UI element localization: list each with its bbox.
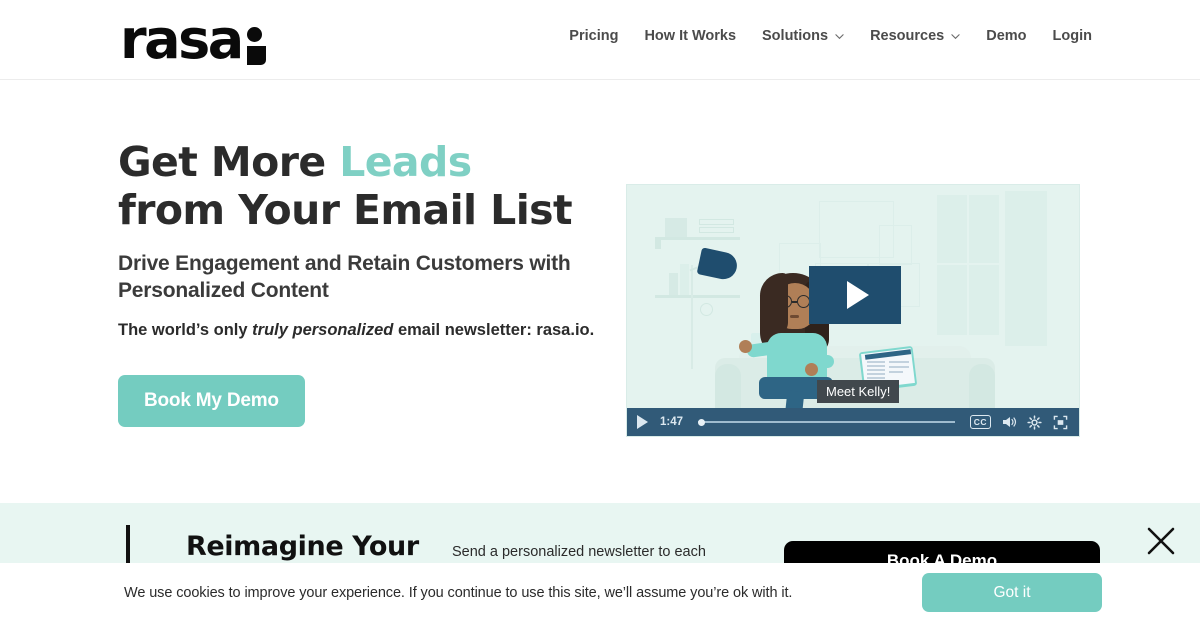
scrubber-handle[interactable] <box>698 418 706 426</box>
nav-item-login[interactable]: Login <box>1053 28 1092 44</box>
nav-label: Login <box>1052 28 1092 44</box>
fullscreen-icon[interactable] <box>1052 414 1069 431</box>
cc-icon[interactable]: CC <box>969 415 991 429</box>
nav-label: Resources <box>870 28 945 44</box>
logo-dot-square-icon <box>245 18 269 66</box>
hero-subheadline: Drive Engagement and Retain Customers wi… <box>118 252 571 302</box>
hero-lede: The world’s only truly personalized emai… <box>118 319 598 342</box>
hero-video-player[interactable]: Meet Kelly! 1:47 CC <box>626 184 1080 437</box>
nav-label: Solutions <box>762 28 829 44</box>
chevron-down-icon <box>835 32 844 41</box>
headline-accent: Leads <box>339 138 472 186</box>
nav-item-resources[interactable]: Resources <box>870 28 960 44</box>
video-caption: Meet Kelly! <box>817 380 900 403</box>
nav-item-how-it-works[interactable]: How It Works <box>644 28 736 44</box>
nav-label: Demo <box>986 28 1027 44</box>
hero-copy: Get More Leads from Your Email List Driv… <box>118 138 598 427</box>
video-time: 1:47 <box>660 416 684 428</box>
video-scrubber[interactable] <box>698 415 955 429</box>
lede-italic: truly personalized <box>252 321 394 339</box>
chevron-down-icon <box>951 32 960 41</box>
nav-label: How It Works <box>644 28 737 44</box>
book-my-demo-button[interactable]: Book My Demo <box>118 375 305 427</box>
logo[interactable]: rasa <box>120 8 269 71</box>
main-nav: Pricing How It Works Solutions Resources… <box>569 28 1092 44</box>
play-overlay-button[interactable] <box>809 266 901 324</box>
video-controls-bar: 1:47 CC <box>627 408 1079 436</box>
nav-item-pricing[interactable]: Pricing <box>569 28 618 44</box>
gear-icon[interactable] <box>1026 414 1043 431</box>
logo-wordmark: rasa <box>120 8 244 71</box>
play-icon[interactable] <box>637 415 648 429</box>
cookie-message: We use cookies to improve your experienc… <box>124 585 793 601</box>
lede-before: The world’s only <box>118 321 253 339</box>
nav-item-solutions[interactable]: Solutions <box>762 28 844 44</box>
close-icon[interactable] <box>1144 524 1178 558</box>
page-title: Get More Leads from Your Email List <box>118 138 598 234</box>
lede-after: email newsletter: rasa.io. <box>393 321 595 339</box>
section-title: Reimagine Your <box>186 531 419 562</box>
site-header: rasa Pricing How It Works Solutions Reso… <box>0 0 1200 80</box>
play-icon <box>846 281 869 309</box>
landing-page: rasa Pricing How It Works Solutions Reso… <box>0 0 1200 623</box>
headline-plain: Get More <box>118 138 340 186</box>
hero-section: Get More Leads from Your Email List Driv… <box>0 81 1200 501</box>
nav-item-demo[interactable]: Demo <box>986 28 1026 44</box>
volume-icon[interactable] <box>1000 414 1017 431</box>
cookie-accept-button[interactable]: Got it <box>922 573 1102 612</box>
nav-label: Pricing <box>569 28 619 44</box>
headline-line2: from Your Email List <box>118 186 573 234</box>
